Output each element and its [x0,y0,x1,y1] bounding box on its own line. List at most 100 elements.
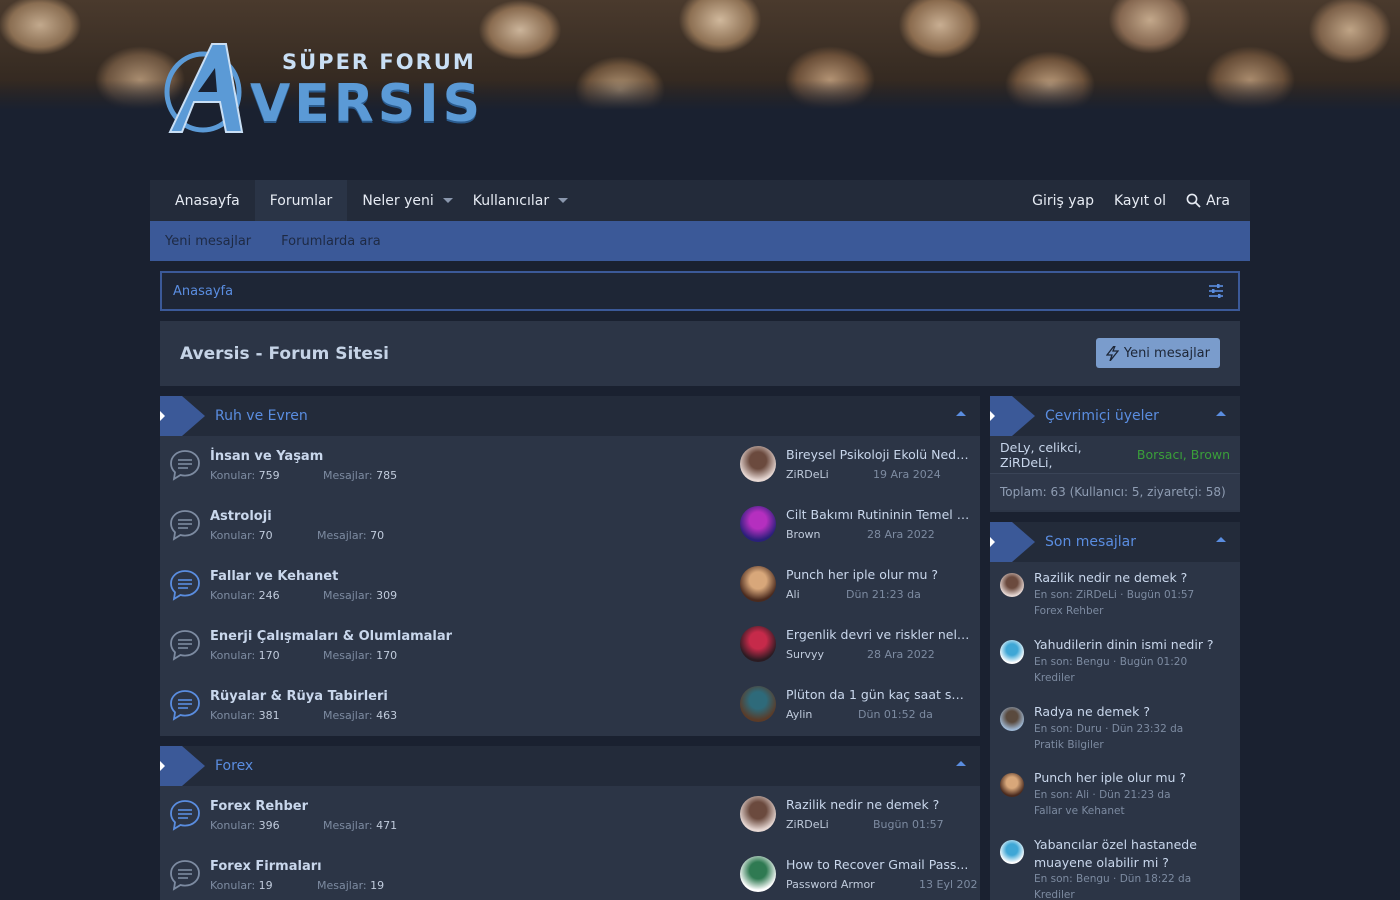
last-post-title[interactable]: Razilik nedir ne demek ? [786,797,971,812]
tab-home[interactable]: Anasayfa [150,180,255,221]
avatar[interactable] [1000,773,1024,797]
message-count: Mesajlar: 19 [317,879,384,892]
tab-members[interactable]: Kullanıcılar [468,180,583,221]
widget-header: Çevrimiçi üyeler [990,396,1240,436]
forum-node-title[interactable]: İnsan ve Yaşam [210,449,323,464]
online-total: Toplam: 63 (Kullanıcı: 5, ziyaretçi: 58) [990,473,1240,510]
subnav-new-posts[interactable]: Yeni mesajlar [165,234,251,249]
avatar[interactable] [1000,707,1024,731]
tab-forums[interactable]: Forumlar [254,180,348,221]
avatar[interactable] [1000,640,1024,664]
forum-node-icon [170,570,200,601]
topic-count: Konular: 759 [210,469,280,482]
avatar[interactable] [740,856,776,892]
avatar[interactable] [740,446,776,482]
recent-post-meta: En son: ZiRDeLi · Bugün 01:57 [1034,589,1195,601]
messages-value: 471 [376,819,398,832]
category-title[interactable]: Forex [215,758,253,774]
recent-post-meta: En son: Duru · Dün 23:32 da [1034,723,1184,735]
last-post-title[interactable]: Cilt Bakımı Rutininin Temel E... [786,507,971,522]
avatar[interactable] [740,796,776,832]
avatar[interactable] [1000,840,1024,864]
recent-post-title[interactable]: Radya ne demek ? [1034,703,1224,721]
last-post-user[interactable]: Survyy [786,648,824,661]
recent-post-forum[interactable]: Krediler [1034,670,1075,686]
search-button[interactable]: Ara [1176,193,1240,209]
forum-node-title[interactable]: Rüyalar & Rüya Tabirleri [210,689,388,704]
recent-posts-widget: Son mesajlar Razilik nedir ne demek ? En … [990,522,1240,900]
tab-whats-new[interactable]: Neler yeni [347,180,467,221]
collapse-icon[interactable] [956,761,966,766]
breadcrumb-home[interactable]: Anasayfa [173,284,233,299]
recent-post-title[interactable]: Yabancılar özel hastanede muayene olabil… [1034,836,1224,872]
recent-post-title[interactable]: Punch her iple olur mu ? [1034,769,1224,787]
forum-node-title[interactable]: Fallar ve Kehanet [210,569,338,584]
forum-node-icon [170,860,200,891]
forum-node[interactable]: İnsan ve Yaşam Konular: 759 Mesajlar: 785 B… [160,436,980,496]
forum-node-title[interactable]: Forex Firmaları [210,859,322,874]
online-member-green[interactable]: Brown [1191,447,1230,462]
widget-title[interactable]: Son mesajlar [1045,534,1136,550]
node-list: Forex Rehber Konular: 396 Mesajlar: 471 Raz… [160,786,980,900]
last-post-title[interactable]: How to Recover Gmail Pass... [786,857,971,872]
message-count: Mesajlar: 70 [317,529,384,542]
recent-post-forum[interactable]: Krediler [1034,887,1075,900]
online-member-green[interactable]: Borsacı, [1137,447,1187,462]
last-post-user[interactable]: ZiRDeLi [786,468,829,481]
forum-node[interactable]: Rüyalar & Rüya Tabirleri Konular: 381 Mesa… [160,676,980,736]
recent-post-forum[interactable]: Forex Rehber [1034,603,1103,619]
messages-value: 70 [370,529,385,542]
bolt-icon [1105,345,1119,361]
avatar[interactable] [1000,573,1024,597]
last-post-title[interactable]: Punch her iple olur mu ? [786,567,971,582]
login-link[interactable]: Giriş yap [1022,193,1104,209]
avatar[interactable] [740,686,776,722]
last-post-title[interactable]: Ergenlik devri ve riskler nele... [786,627,971,642]
last-post-user[interactable]: Brown [786,528,821,541]
register-link[interactable]: Kayıt ol [1104,193,1176,209]
chevron-down-icon[interactable] [442,198,453,203]
collapse-icon[interactable] [956,411,966,416]
avatar[interactable] [740,566,776,602]
new-posts-button[interactable]: Yeni mesajlar [1095,338,1220,368]
last-post-title[interactable]: Plüton da 1 gün kaç saat sür... [786,687,971,702]
recent-post-forum[interactable]: Fallar ve Kehanet [1034,803,1125,819]
collapse-icon[interactable] [1216,411,1226,416]
last-post-title[interactable]: Bireysel Psikoloji Ekolü Nedir ? [786,447,971,462]
avatar[interactable] [740,506,776,542]
forum-node[interactable]: Forex Rehber Konular: 396 Mesajlar: 471 Raz… [160,786,980,846]
topics-label: Konular: [210,649,256,662]
breadcrumb: Anasayfa [160,271,1240,311]
forum-node[interactable]: Astroloji Konular: 70 Mesajlar: 70 Cilt Bak… [160,496,980,556]
new-posts-button-label: Yeni mesajlar [1123,345,1210,361]
forum-node-title[interactable]: Enerji Çalışmaları & Olumlamalar [210,629,452,644]
recent-post-title[interactable]: Yahudilerin dinin ismi nedir ? [1034,636,1224,654]
topic-count: Konular: 246 [210,589,280,602]
last-post-user[interactable]: Aylin [786,708,812,721]
widget-title[interactable]: Çevrimiçi üyeler [1045,408,1159,424]
account-links: Giriş yap Kayıt ol Ara [1022,180,1240,221]
last-post-user[interactable]: Ali [786,588,800,601]
topics-value: 759 [258,469,280,482]
forum-node-title[interactable]: Forex Rehber [210,799,308,814]
collapse-icon[interactable] [1216,537,1226,542]
chevron-down-icon[interactable] [558,198,569,203]
last-post-user[interactable]: ZiRDeLi [786,818,829,831]
topics-label: Konular: [210,879,256,892]
last-post-date: 28 Ara 2022 [867,528,935,541]
recent-post-forum[interactable]: Pratik Bilgiler [1034,737,1104,753]
topics-value: 170 [258,649,280,662]
category-title[interactable]: Ruh ve Evren [215,408,308,424]
filter-icon[interactable] [1208,283,1224,299]
forum-node[interactable]: Enerji Çalışmaları & Olumlamalar Konular:… [160,616,980,676]
forum-node-icon [170,800,200,831]
forum-node[interactable]: Forex Firmaları Konular: 19 Mesajlar: 19 Ho… [160,846,980,900]
last-post-user[interactable]: Password Armor [786,878,875,891]
avatar[interactable] [740,626,776,662]
online-members[interactable]: DeLy, celikci, ZiRDeLi, [1000,440,1133,470]
subnav-search-forums[interactable]: Forumlarda ara [281,234,381,249]
forum-node-title[interactable]: Astroloji [210,509,272,524]
last-post-date: 13 Eyl 202 [919,878,978,891]
recent-post-title[interactable]: Razilik nedir ne demek ? [1034,569,1224,587]
forum-node[interactable]: Fallar ve Kehanet Konular: 246 Mesajlar: 3… [160,556,980,616]
